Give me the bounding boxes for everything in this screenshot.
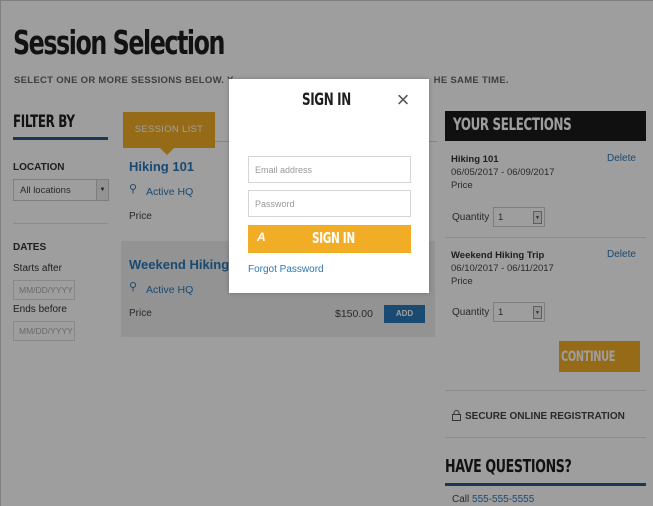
active-logo-icon: A (257, 230, 266, 244)
close-icon[interactable]: × (392, 88, 414, 112)
modal-title: SIGN IN (302, 90, 351, 110)
sign-in-button[interactable]: A SIGN IN (248, 225, 411, 253)
email-field[interactable]: Email address (248, 156, 411, 183)
forgot-password-link[interactable]: Forgot Password (248, 264, 324, 275)
sign-in-button-label: SIGN IN (312, 229, 355, 247)
sign-in-modal: SIGN IN × Email address Password A SIGN … (229, 79, 429, 293)
password-field[interactable]: Password (248, 190, 411, 217)
